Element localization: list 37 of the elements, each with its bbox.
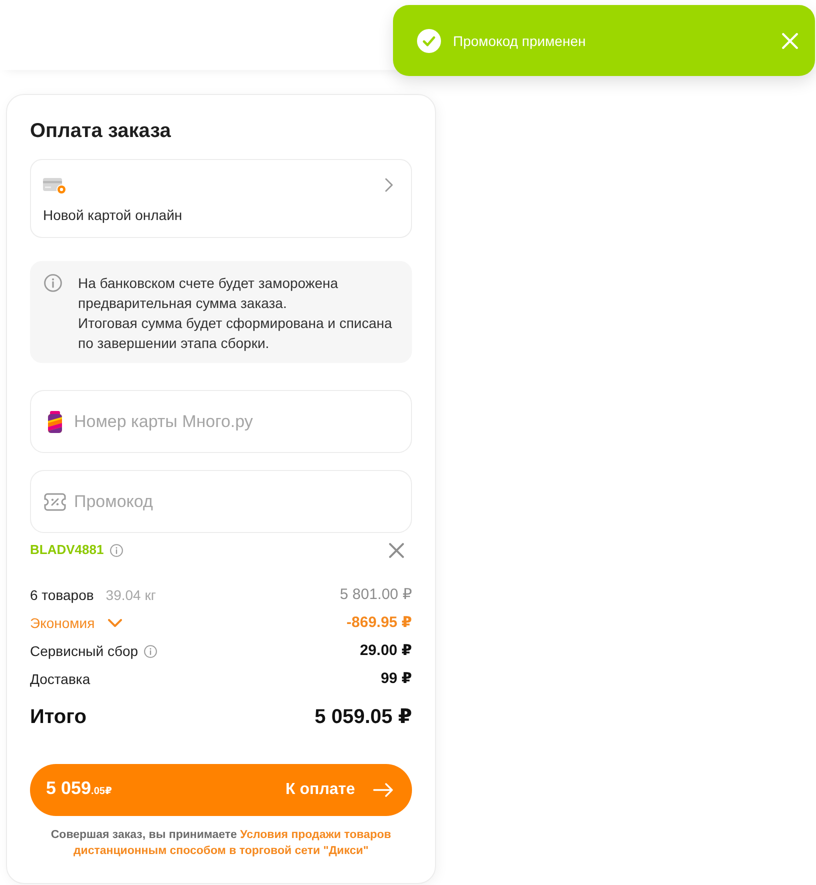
summary-value: 29.00 ₽ xyxy=(360,642,412,660)
info-text: На банковском счете будет заморожена предварительная сумма заказа. xyxy=(78,274,340,313)
jar-icon xyxy=(48,410,62,432)
payment-method-button[interactable]: Новой картой онлайн xyxy=(30,159,412,238)
info-icon xyxy=(144,644,158,658)
promo-code-field[interactable]: Промокод xyxy=(30,470,412,533)
summary-value: 99 ₽ xyxy=(380,670,412,688)
card-plus-icon xyxy=(43,178,67,195)
check-circle-icon xyxy=(417,28,441,52)
info-text: Итоговая сумма будет сформирована и списана по завершении этапа сборки. xyxy=(78,314,394,353)
applied-promo-code: BLADV4881 xyxy=(30,542,104,558)
info-icon xyxy=(110,544,123,556)
close-button[interactable] xyxy=(782,32,798,48)
total-value: 5 059.05 ₽ xyxy=(314,705,412,729)
summary-label: Сервисный сбор xyxy=(30,642,138,660)
summary-label: Экономия xyxy=(30,614,95,632)
terms-text: Совершая заказ, вы принимаете Условия продажи товаров дистанционным способом в торговой сети "Дикси" xyxy=(50,828,392,859)
pay-button[interactable]: 5 059.05₽ К оплате xyxy=(30,764,412,816)
weight-note: 39.04 кг xyxy=(106,586,156,604)
summary-label: 6 товаров xyxy=(30,586,94,604)
remove-promo-button[interactable] xyxy=(389,542,404,558)
terms-link[interactable]: дистанционным способом в торговой сети "Дикси" xyxy=(73,845,369,857)
close-icon xyxy=(782,32,798,48)
total-label: Итого xyxy=(30,705,86,729)
summary-value: -869.95 ₽ xyxy=(346,614,412,632)
toast-message: Промокод применен xyxy=(453,32,586,50)
summary-value: 5 801.00 ₽ xyxy=(340,586,412,604)
card-title: Оплата заказа xyxy=(30,119,172,143)
ticket-percent-icon xyxy=(44,492,66,510)
arrow-right-icon xyxy=(373,783,393,797)
chevron-right-icon xyxy=(385,178,393,192)
loyalty-card-field[interactable]: Номер карты Много.ру xyxy=(30,390,412,453)
info-icon xyxy=(44,274,62,292)
summary-label: Доставка xyxy=(30,670,90,688)
close-icon xyxy=(389,542,404,558)
chevron-down-icon[interactable] xyxy=(108,619,122,627)
terms-link[interactable]: Условия продажи товаров xyxy=(240,829,392,841)
